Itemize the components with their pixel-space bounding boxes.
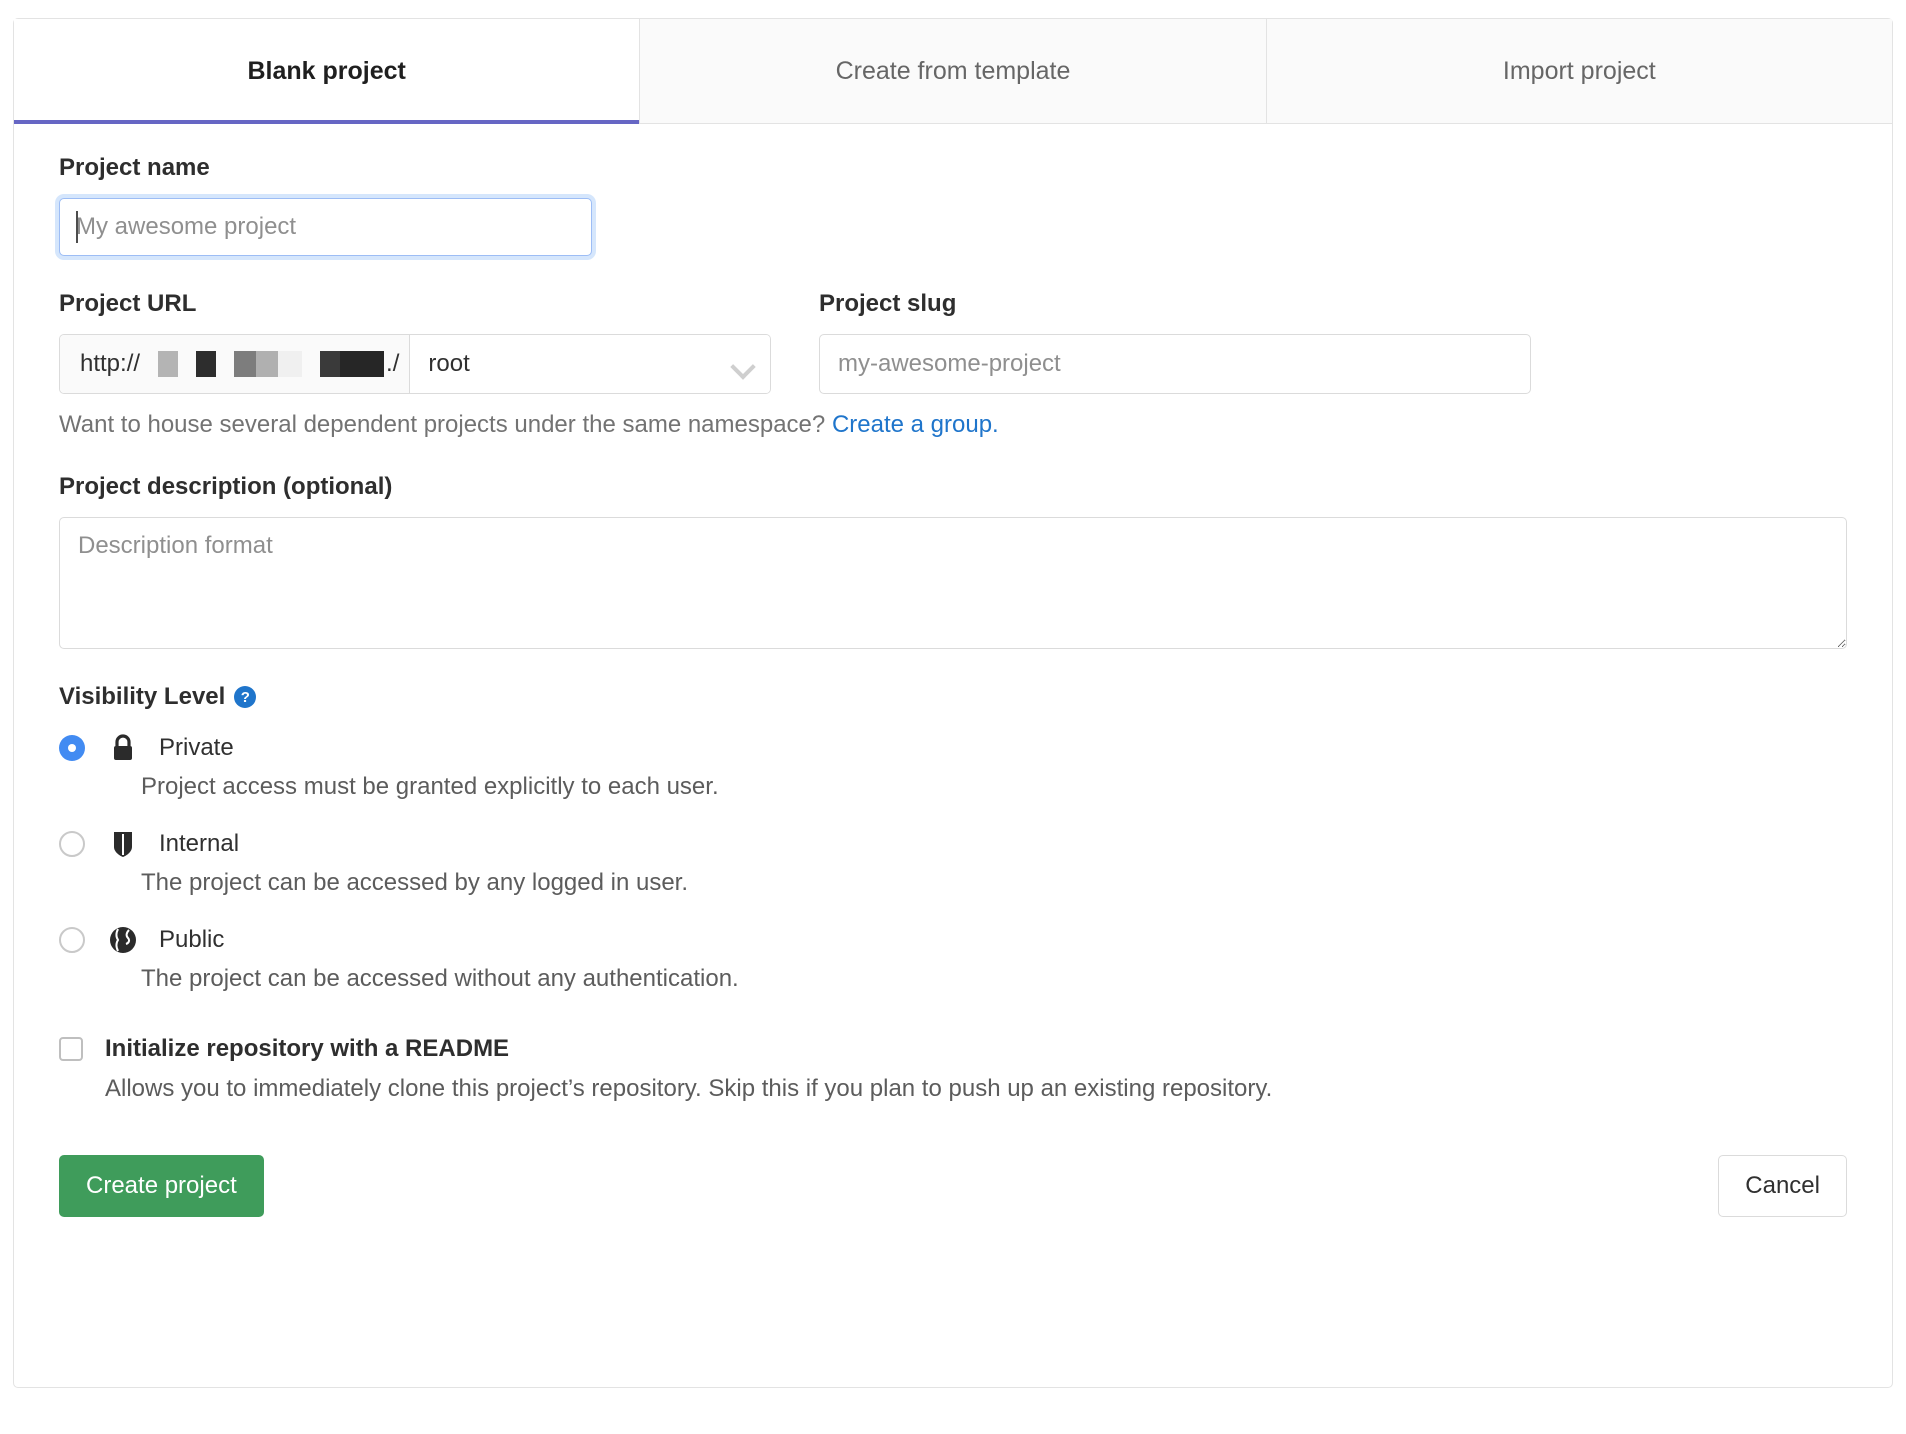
- project-slug-label: Project slug: [819, 290, 957, 317]
- initialize-readme-description: Allows you to immediately clone this pro…: [105, 1075, 1273, 1102]
- visibility-level-label: Visibility Level: [59, 683, 226, 710]
- url-separator: ./: [386, 350, 400, 377]
- project-url-label: Project URL: [59, 290, 197, 317]
- url-scheme: http://: [80, 350, 141, 377]
- project-name-input-wrap: [59, 198, 592, 256]
- lock-icon: [108, 733, 138, 763]
- new-project-page: Blank project Create from template Impor…: [0, 0, 1906, 1434]
- visibility-option-head: Public: [59, 925, 1847, 955]
- shield-icon: [108, 829, 138, 859]
- project-description-field: Project description (optional): [59, 473, 1847, 649]
- visibility-option-head: Private: [59, 733, 1847, 763]
- tab-create-from-template[interactable]: Create from template: [640, 19, 1267, 123]
- project-name-label: Project name: [59, 154, 210, 181]
- new-project-panel: Blank project Create from template Impor…: [13, 18, 1893, 1388]
- visibility-description: The project can be accessed by any logge…: [141, 869, 689, 896]
- namespace-helper-text: Want to house several dependent projects…: [59, 411, 1847, 439]
- radio-internal[interactable]: [59, 831, 85, 857]
- visibility-option-head: Internal: [59, 829, 1847, 859]
- chevron-down-icon: [732, 358, 754, 371]
- tab-label: Create from template: [835, 56, 1071, 85]
- create-a-group-link[interactable]: Create a group.: [832, 411, 999, 438]
- visibility-option-internal[interactable]: Internal The project can be accessed by …: [59, 829, 1847, 897]
- namespace-select-value: root: [428, 350, 470, 377]
- project-slug-input[interactable]: [819, 334, 1531, 394]
- visibility-name: Public: [159, 926, 225, 953]
- project-name-field: Project name: [59, 154, 1847, 256]
- project-slug-field: Project slug: [819, 290, 1531, 394]
- visibility-level-title: Visibility Level ?: [59, 683, 1847, 711]
- visibility-name: Private: [159, 734, 234, 761]
- radio-private[interactable]: [59, 735, 85, 761]
- visibility-option-public[interactable]: Public The project can be accessed witho…: [59, 925, 1847, 993]
- initialize-readme-section: Initialize repository with a README Allo…: [59, 1035, 1847, 1103]
- namespace-select[interactable]: root: [410, 335, 770, 393]
- tab-label: Import project: [1502, 56, 1656, 85]
- visibility-description: The project can be accessed without any …: [141, 965, 739, 992]
- radio-public[interactable]: [59, 927, 85, 953]
- visibility-level-section: Visibility Level ? Private Project acces…: [59, 683, 1847, 993]
- project-description-label: Project description (optional): [59, 473, 393, 500]
- tab-label: Blank project: [247, 56, 406, 85]
- namespace-helper-message: Want to house several dependent projects…: [59, 411, 826, 438]
- tab-blank-project[interactable]: Blank project: [14, 19, 641, 124]
- tab-import-project[interactable]: Import project: [1266, 19, 1892, 123]
- url-slug-row: Project URL http:// ./ root Project slug…: [59, 290, 1847, 394]
- text-caret: [76, 211, 78, 243]
- question-mark-icon[interactable]: ?: [234, 686, 257, 708]
- redacted-hostname: [158, 350, 385, 378]
- checkbox-initialize-readme[interactable]: [59, 1037, 83, 1061]
- project-description-textarea[interactable]: [59, 517, 1847, 649]
- project-url-group: http:// ./ root: [59, 334, 771, 394]
- project-url-field: Project URL http:// ./ root: [59, 290, 771, 394]
- visibility-name: Internal: [159, 830, 240, 857]
- initialize-readme-label: Initialize repository with a README: [105, 1035, 510, 1062]
- visibility-description: Project access must be granted explicitl…: [141, 773, 719, 800]
- project-type-tabs: Blank project Create from template Impor…: [14, 19, 1892, 124]
- initialize-readme-head: Initialize repository with a README: [59, 1035, 1847, 1063]
- create-project-button[interactable]: Create project: [59, 1155, 264, 1217]
- globe-icon: [108, 925, 138, 955]
- form-actions: Create project Cancel: [59, 1155, 1847, 1257]
- project-url-prefix: http:// ./: [60, 335, 411, 393]
- cancel-button[interactable]: Cancel: [1718, 1155, 1847, 1217]
- new-project-form: Project name Project URL http://: [14, 124, 1892, 1257]
- project-name-input[interactable]: [59, 198, 592, 256]
- visibility-option-private[interactable]: Private Project access must be granted e…: [59, 733, 1847, 801]
